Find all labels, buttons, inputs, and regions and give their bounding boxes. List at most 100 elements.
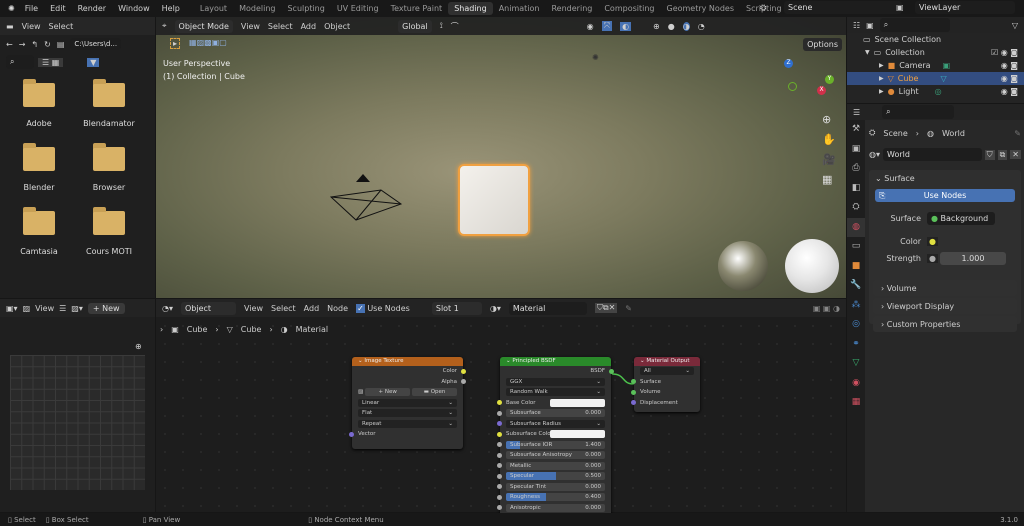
constraints-tab-icon[interactable]: ⚭ [847,335,865,355]
image-browse-icon[interactable]: ▨ [358,389,363,395]
hamburger-icon[interactable]: ☰ [59,304,66,313]
scene-tab-icon[interactable]: ⛭ [847,198,865,218]
menu-edit[interactable]: Edit [50,4,66,13]
tab-compositing[interactable]: Compositing [598,2,660,15]
open-image-button[interactable]: ▬ Open [412,388,458,397]
eye-camera-icons[interactable]: ◉ ◙ [1001,87,1018,96]
socket-icon[interactable] [497,410,502,416]
tab-layout[interactable]: Layout [194,2,233,15]
editor-type-icon[interactable]: ▣▾ [6,304,18,313]
zoom-icon[interactable]: ⊕ [135,342,142,351]
gizmo-x[interactable]: X [817,86,826,95]
particles-tab-icon[interactable]: ⁂ [847,296,865,316]
bsdf-field[interactable]: Subsurface Anisotropy 0.000 [506,451,605,460]
tab-modeling[interactable]: Modeling [233,2,281,15]
subsurface-method-dropdown[interactable]: Random Walk ⌄ [506,388,605,397]
pan-hand-icon[interactable]: ✋ [822,133,836,146]
fb-menu-select[interactable]: Select [49,22,74,31]
use-nodes-button[interactable]: ⎘ Use Nodes [875,189,1015,202]
uv-grid[interactable] [10,355,145,490]
camera-data-icon[interactable]: ▣ [943,61,951,70]
zoom-icon[interactable]: ⊕ [822,113,836,126]
filter-icon[interactable]: ▼ [87,57,100,67]
unlink-icon[interactable]: ✕ [1010,150,1021,159]
socket-icon[interactable] [497,463,502,469]
socket-icon[interactable] [631,400,636,406]
outliner-item-cube[interactable]: ▶ ▽ Cube ▽ ◉ ◙ [847,72,1024,85]
vp-menu-add[interactable]: Add [301,22,317,31]
new-image-button[interactable]: + New [365,388,411,397]
visibility-icon[interactable]: ◉ [587,22,594,31]
fb-menu-view[interactable]: View [22,22,41,31]
socket-icon[interactable] [497,442,502,448]
scene-selector[interactable]: Scene [784,1,902,14]
physics-tab-icon[interactable]: ◎ [847,315,865,335]
socket-icon[interactable] [461,368,466,374]
viewport-display-section[interactable]: › Viewport Display [873,298,1017,314]
display-mode-icon[interactable]: ☰ ▦ [38,57,64,67]
refresh-icon[interactable]: ↻ [44,40,51,49]
bsdf-field[interactable]: Metallic 0.000 [506,461,605,470]
node-header[interactable]: ⌄ Image Texture [352,357,463,366]
socket-icon[interactable] [497,452,502,458]
world-tab-icon[interactable]: ◍ [847,217,865,237]
principled-bsdf-node[interactable]: ⌄ Principled BSDF BSDF GGX ⌄ Random Walk ⌄… [497,357,614,517]
outliner-item-light[interactable]: ▶ ● Light ◎ ◉ ◙ [847,85,1024,98]
projection-dropdown[interactable]: Flat ⌄ [358,409,457,418]
view-layer-icon[interactable]: ▣ [896,3,904,12]
forward-icon[interactable]: → [19,40,26,49]
tab-geometry-nodes[interactable]: Geometry Nodes [661,2,740,15]
distribution-dropdown[interactable]: GGX ⌄ [506,377,605,386]
tool-tab-icon[interactable]: ⚒ [847,120,865,140]
vp-menu-object[interactable]: Object [324,22,350,31]
bsdf-field[interactable]: Specular 0.500 [506,472,605,481]
folder-item[interactable]: Cours MOTI [74,207,144,275]
menu-file[interactable]: File [25,4,38,13]
folder-item[interactable]: Browser [74,143,144,211]
socket-icon[interactable] [497,473,502,479]
gizmo-z[interactable]: Z [784,59,793,68]
parent-dir-icon[interactable]: ↰ [31,40,38,49]
gizmo-y[interactable]: Y [825,75,834,84]
navigation-gizmo[interactable]: Z Y X [781,59,834,109]
image-browse-icon[interactable]: ▨▾ [71,304,83,313]
options-button[interactable]: Options [803,38,842,51]
gizmo-toggle-icon[interactable]: ⤧ [601,21,613,31]
menu-window[interactable]: Window [118,4,150,13]
editor-type-icon[interactable]: ▬ [6,22,14,31]
world-browse-icon[interactable]: ◍▾ [869,150,880,159]
tab-animation[interactable]: Animation [493,2,546,15]
shading-wireframe-icon[interactable]: ⊕ [653,22,660,31]
blender-logo-icon[interactable]: ✺ [8,4,15,13]
light-data-icon[interactable]: ◎ [935,87,942,96]
data-tab-icon[interactable]: ▽ [847,354,865,374]
camera-object[interactable] [326,162,406,227]
image-texture-node[interactable]: ⌄ Image Texture Color Alpha ▨ + New ▬ Open… [349,357,466,449]
subsurface-radius-dropdown[interactable]: Subsurface Radius ⌄ [506,419,605,428]
display-mode-icon[interactable]: ☷ [853,21,860,30]
socket-icon[interactable] [497,400,502,406]
bsdf-field[interactable]: Anisotropic 0.000 [506,503,605,512]
node-header[interactable]: ⌄ Principled BSDF [500,357,611,366]
mesh-data-icon[interactable]: ▽ [940,74,946,83]
duplicate-icon[interactable]: ⧉ [997,149,1008,160]
outliner-item-camera[interactable]: ▶ ■ Camera ▣ ◉ ◙ [847,59,1024,72]
socket-icon[interactable] [497,421,502,427]
socket-icon[interactable] [497,494,502,500]
view-mode-icon[interactable]: ▨ [23,304,31,313]
eye-camera-icons[interactable]: ◉ ◙ [1001,74,1018,83]
surface-section-header[interactable]: ⌄ Surface [869,170,1021,187]
tab-rendering[interactable]: Rendering [545,2,598,15]
tab-uv-editing[interactable]: UV Editing [331,2,385,15]
material-tab-icon[interactable]: ◉ [847,374,865,394]
extension-dropdown[interactable]: Repeat ⌄ [358,419,457,428]
socket-icon[interactable] [497,505,502,511]
3d-viewport[interactable]: ⌖ Object Mode View Select Add Object Glo… [156,17,846,298]
pin-icon[interactable]: ✎ [1014,129,1021,138]
bsdf-field[interactable]: Specular Tint 0.000 [506,482,605,491]
folder-item[interactable]: Blender [4,143,74,211]
view-layer-selector[interactable]: ViewLayer [915,1,1015,14]
target-dropdown[interactable]: All ⌄ [640,367,694,376]
disclosure-triangle-icon[interactable]: ▼ [865,49,870,56]
socket-icon[interactable] [497,431,502,437]
